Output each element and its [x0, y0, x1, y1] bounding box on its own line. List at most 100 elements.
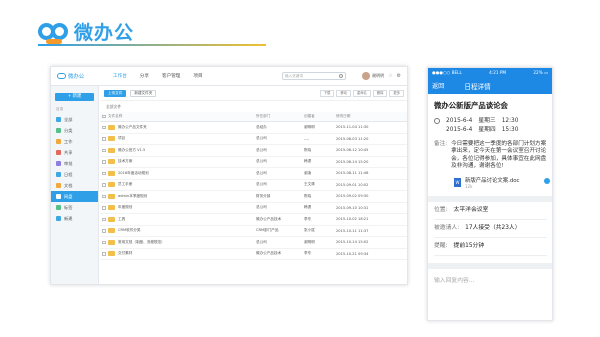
file-creator: ----	[304, 136, 310, 141]
new-folder-button[interactable]: 新建文件夹	[130, 89, 157, 97]
sidebar-item-icon	[56, 139, 61, 144]
top-bar: 微办公 工作台 分享 客户管理 项目 输入关键词 谢明明 ♢ ⚙	[51, 67, 407, 86]
table-row[interactable]: 常用文档（制度、流程规范） 总公司 谢明明 2015-10-14 15:02	[100, 237, 407, 249]
nav-customers[interactable]: 客户管理	[162, 73, 180, 79]
file-name: 员工手册	[118, 182, 133, 187]
nav-projects[interactable]: 项目	[193, 73, 202, 79]
toolbar-action-button[interactable]: 移动	[336, 89, 351, 97]
file-creator: 韩潇	[304, 205, 312, 210]
note-label: 备注:	[434, 141, 448, 147]
table-row[interactable]: 年度规划 总公司 韩潇 2015-09-10 10:31	[100, 203, 407, 214]
download-icon[interactable]	[544, 177, 550, 184]
toolbar: 上传文件 新建文件夹 下载 移动 重命名 删除 更多	[100, 86, 407, 101]
row-checkbox[interactable]	[102, 252, 106, 256]
file-name: admin本季度规划	[118, 193, 148, 198]
attachment-name: 新版产品讨论文案.doc	[465, 177, 520, 184]
file-creator: 谢凌	[304, 170, 312, 175]
nav-share[interactable]: 分享	[140, 73, 149, 79]
file-modified: 2015-06-14 15:20	[336, 159, 369, 164]
table-header: 文件名称 所在部门 创建者 修改日期	[100, 112, 407, 122]
col-dept[interactable]: 所在部门	[256, 114, 304, 119]
app-logo[interactable]: 微办公	[57, 72, 107, 80]
table-row[interactable]: 员工手册 总公司 王文清 2015-09-01 10:02	[100, 180, 407, 191]
file-creator: 陈晓	[304, 193, 312, 198]
folder-icon	[108, 182, 115, 188]
sidebar-item[interactable]: 共享	[51, 147, 98, 158]
col-modified[interactable]: 修改日期	[336, 114, 380, 119]
row-checkbox[interactable]	[102, 183, 106, 187]
row-checkbox[interactable]	[102, 160, 106, 164]
sidebar-item-icon	[56, 183, 61, 188]
toolbar-action-button[interactable]: 删除	[372, 89, 388, 97]
sidebar-item[interactable]: 审批	[51, 158, 98, 169]
new-button[interactable]: + 新建	[55, 93, 94, 101]
col-creator[interactable]: 创建者	[304, 114, 336, 119]
row-checkbox[interactable]	[102, 217, 106, 221]
attachment[interactable]: W 新版产品讨论文案.doc 12k	[454, 176, 550, 189]
table-row[interactable]: 技术方案 总公司 韩潇 2015-06-14 15:20	[100, 157, 407, 168]
col-name[interactable]: 文件名称	[108, 114, 256, 119]
file-modified: 2015-06-12 10:45	[336, 148, 369, 153]
upload-button[interactable]: 上传文件	[104, 89, 127, 97]
sidebar-item[interactable]: 网盘	[51, 191, 98, 202]
end-time: 2015-6-4 星期四 15:30	[446, 127, 519, 133]
row-checkbox[interactable]	[102, 229, 106, 233]
file-modified: 2015-09-10 10:31	[336, 205, 369, 210]
toolbar-action-button[interactable]: 重命名	[352, 89, 371, 97]
table-row[interactable]: 工具 微办公产品技术 李东 2015-10-02 18:21	[100, 214, 407, 226]
file-creator: 谢明明	[304, 124, 315, 129]
file-dept: 总公司	[256, 159, 267, 164]
row-checkbox[interactable]	[102, 194, 106, 198]
sidebar-item[interactable]: 全部	[51, 114, 98, 125]
table-row[interactable]: 微办公产品文件夹 总经办 谢明明 2015-11-04 11:30	[100, 122, 407, 134]
row-checkbox[interactable]	[102, 171, 106, 175]
reply-input[interactable]: 输入回复内容...	[434, 269, 547, 284]
file-name: 技术方案	[118, 159, 133, 164]
table-row[interactable]: CRM软件分类 CRM部门产品 张小斌 2015-10-11 11:37	[100, 226, 407, 237]
sidebar-item[interactable]: 工作	[51, 136, 98, 147]
invitees-field[interactable]: 被邀请人: 17人接受（共23人）	[434, 220, 547, 238]
sidebar-heading: 目录	[56, 107, 64, 111]
file-name: CRM软件分类	[118, 228, 141, 233]
note-text: 今日需要把这一季度的各部门计划方案拿出来，定今天在第一会议室召开讨论会，各位记得…	[451, 141, 547, 170]
sidebar-item[interactable]: 标签	[51, 202, 98, 213]
attachment-size: 12k	[465, 183, 473, 189]
sidebar-item-icon	[56, 128, 61, 133]
row-checkbox[interactable]	[102, 240, 106, 244]
start-time: 2015-6-4 星期三 12:30	[446, 118, 519, 124]
search-input[interactable]: 输入关键词	[282, 72, 347, 80]
sidebar-item[interactable]: 分类	[51, 125, 98, 136]
file-name: 2016年度活动规划	[118, 170, 149, 175]
toolbar-actions: 下载 移动 重命名 删除 更多	[319, 89, 404, 97]
reminder-field[interactable]: 提醒: 提前15分钟	[434, 238, 547, 256]
file-name: 年度规划	[118, 205, 133, 210]
file-dept: 总公司	[256, 136, 267, 141]
toolbar-action-button[interactable]: 下载	[319, 89, 335, 97]
table-row[interactable]: admin本季度规划 财务分部 陈晓 2015-09-02 09:30	[100, 191, 407, 203]
select-all-checkbox[interactable]	[102, 114, 106, 119]
nav-workbench[interactable]: 工作台	[113, 73, 127, 79]
gear-icon[interactable]: ⚙	[397, 73, 401, 79]
table-row[interactable]: 交付素材 微办公产品技术 李东 2015-10-21 09:34	[100, 249, 407, 260]
sidebar-item[interactable]: 文档	[51, 180, 98, 191]
search-icon[interactable]	[339, 74, 344, 78]
toolbar-action-button[interactable]: 更多	[389, 89, 404, 97]
table-row[interactable]: 微办公官方 V1.5 总公司 陈晓 2015-06-12 10:45	[100, 145, 407, 157]
file-name: 微办公产品文件夹	[118, 124, 147, 129]
row-checkbox[interactable]	[102, 206, 106, 210]
folder-icon	[108, 193, 115, 199]
back-button[interactable]: 返回	[432, 81, 444, 90]
table-row[interactable]: 项目 总公司 ---- 2015-06-03 11:20	[100, 134, 407, 145]
sidebar-item[interactable]: 日程	[51, 169, 98, 180]
file-creator: 李东	[304, 251, 312, 256]
user-menu[interactable]: 谢明明	[362, 72, 384, 80]
row-checkbox[interactable]	[102, 148, 106, 152]
row-checkbox[interactable]	[102, 137, 106, 141]
folder-icon	[108, 205, 115, 211]
bell-icon[interactable]: ♢	[388, 73, 392, 79]
word-doc-icon: W	[454, 177, 461, 187]
sidebar-item-label: 网盘	[64, 193, 73, 199]
table-row[interactable]: 2016年度活动规划 总公司 谢凌 2015-08-11 11:48	[100, 168, 407, 180]
row-checkbox[interactable]	[102, 125, 106, 129]
sidebar-item[interactable]: 新建	[51, 213, 98, 224]
